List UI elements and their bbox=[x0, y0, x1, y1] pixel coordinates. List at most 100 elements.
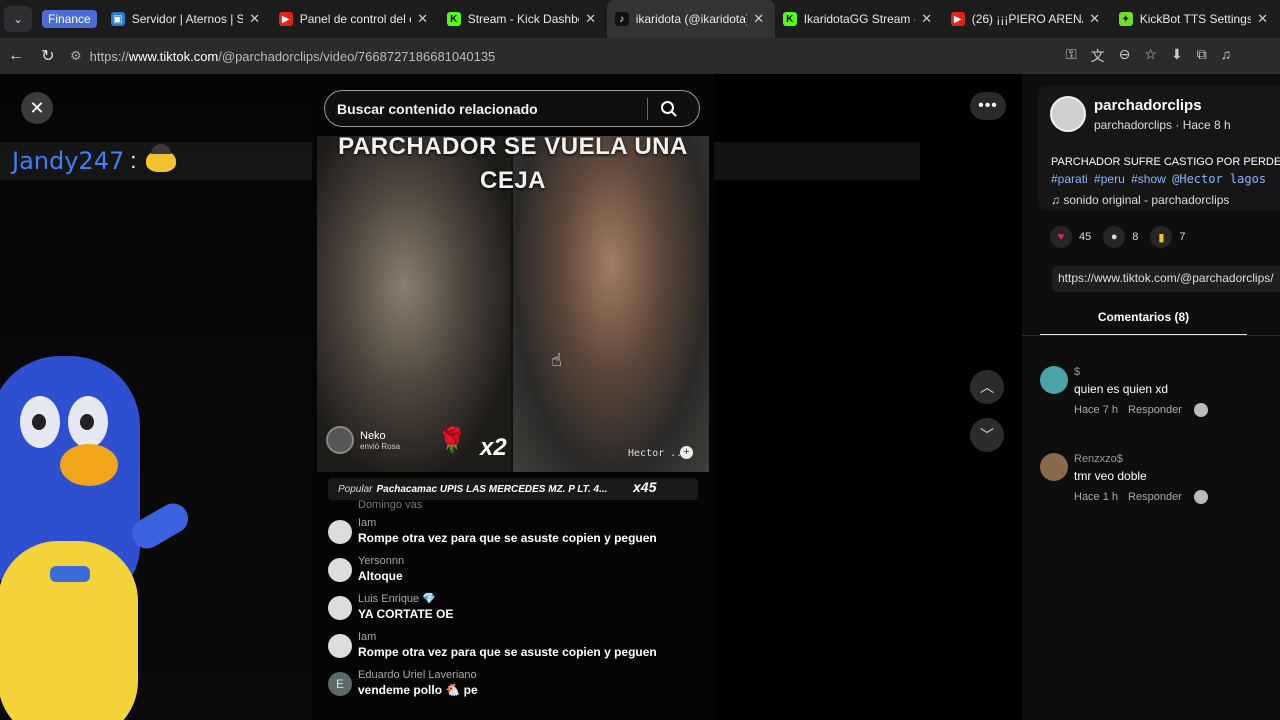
video-caption-line1: PARCHADOR SE VUELA UNA bbox=[338, 133, 688, 160]
tab-favicon-icon: K bbox=[782, 12, 797, 26]
tab-close-icon[interactable]: ✕ bbox=[751, 11, 767, 27]
hashtag-link[interactable]: #parati bbox=[1051, 172, 1088, 186]
tab-close-icon[interactable]: ✕ bbox=[919, 11, 935, 27]
comment-text: quien es quien xd bbox=[1074, 382, 1169, 396]
follow-plus-icon[interactable]: + bbox=[680, 446, 693, 459]
tab-close-icon[interactable]: ✕ bbox=[415, 11, 431, 27]
browser-tab[interactable]: ▶ Panel de control del canal ✕ bbox=[271, 0, 439, 38]
bookmark-star-icon[interactable]: ☆ bbox=[1144, 46, 1157, 66]
comment-text: Rompe otra vez para que se asuste copien… bbox=[358, 531, 657, 545]
url-prefix: https:// bbox=[89, 48, 129, 64]
comment-count: 8 bbox=[1132, 231, 1139, 243]
translate-icon[interactable]: 文 bbox=[1091, 46, 1105, 66]
hashtag-link[interactable]: #show bbox=[1131, 172, 1166, 186]
browser-tab[interactable]: ▣ Servidor | Aternos | Servidor ✕ bbox=[103, 0, 271, 38]
comment-time: Hace 7 h bbox=[1074, 404, 1119, 416]
tab-close-icon[interactable]: ✕ bbox=[583, 11, 599, 27]
chat-emote-icon bbox=[146, 144, 177, 172]
bookmark-icon: ▮ bbox=[1150, 226, 1173, 248]
chat-username: Jandy247 bbox=[12, 147, 125, 175]
related-search-bar[interactable] bbox=[324, 90, 700, 127]
author-avatar[interactable] bbox=[1050, 96, 1086, 132]
more-options-icon[interactable]: ••• bbox=[970, 92, 1006, 120]
commenter-avatar bbox=[328, 520, 352, 544]
site-info-icon[interactable]: ⚙ bbox=[70, 48, 82, 64]
comment-author[interactable]: Renzxzo$ bbox=[1074, 453, 1123, 465]
share-link[interactable]: https://www.tiktok.com/@parchadorclips/ bbox=[1052, 266, 1280, 292]
mention-link[interactable]: @Hector lagos bbox=[1172, 172, 1266, 186]
hand-cursor-icon: ☝ bbox=[551, 350, 562, 370]
tab-label: Stream - Kick Dashboard bbox=[467, 12, 579, 26]
browser-tab[interactable]: K IkaridotaGG Stream - Watch ✕ bbox=[775, 0, 943, 38]
tab-search-menu-button[interactable]: ⌄ bbox=[4, 6, 32, 32]
url-field[interactable]: ⚙ https://www.tiktok.com/@parchadorclips… bbox=[70, 42, 1060, 70]
key-icon[interactable]: ⚿ bbox=[1066, 46, 1077, 66]
tab-favicon-icon: K bbox=[446, 12, 461, 26]
gift-notification: Neko envió Rosa bbox=[326, 426, 400, 454]
tab-group-label[interactable]: Finance bbox=[42, 10, 97, 28]
extensions-icon[interactable]: ⧉ bbox=[1197, 46, 1207, 66]
tab-label: Panel de control del canal bbox=[299, 12, 411, 26]
tab-close-icon[interactable]: ✕ bbox=[1087, 11, 1103, 27]
comment-avatar[interactable] bbox=[1040, 453, 1068, 481]
tiktok-video-page: ✕ Jandy247 : PARCHADOR SE VUELA UNA CEJA bbox=[0, 74, 1280, 720]
comment-text: YA CORTATE OE bbox=[358, 607, 454, 621]
reload-icon[interactable]: ↻ bbox=[32, 46, 64, 66]
tab-label: KickBot TTS Settings bbox=[1139, 12, 1251, 26]
video-caption-line2: CEJA bbox=[479, 167, 547, 194]
sound-link[interactable]: ♫ sonido original - parchadorclips bbox=[1051, 193, 1229, 207]
browser-tab[interactable]: ♪ ikaridota (@ikaridota) ✕ bbox=[606, 0, 775, 38]
hashtag-link[interactable]: #peru bbox=[1094, 172, 1125, 186]
author-info-card: parchadorclips parchadorclips · Hace 8 h… bbox=[1038, 86, 1280, 210]
like-stat[interactable]: ♥ 45 bbox=[1050, 226, 1091, 248]
tab-label: IkaridotaGG Stream - Watch bbox=[803, 12, 915, 26]
zoom-icon[interactable]: ⊖ bbox=[1119, 46, 1131, 66]
commenter-avatar bbox=[328, 596, 352, 620]
gift-sender-name: Neko bbox=[360, 429, 386, 442]
rose-gift-icon: 🌹 bbox=[437, 427, 467, 454]
tab-divider bbox=[1022, 335, 1280, 336]
heart-icon: ♥ bbox=[1050, 226, 1072, 248]
commenter-name: Luis Enrique 💎 bbox=[358, 593, 436, 605]
tab-favicon-icon: ✦ bbox=[1118, 12, 1133, 26]
popular-label: Popular bbox=[338, 483, 373, 495]
tab-comments[interactable]: Comentarios (8) bbox=[1040, 310, 1247, 336]
close-icon[interactable]: ✕ bbox=[21, 92, 53, 124]
tab-close-icon[interactable]: ✕ bbox=[1255, 11, 1271, 27]
media-icon[interactable]: ♫ bbox=[1221, 46, 1232, 66]
browser-tab[interactable]: ▶ (26) ¡¡¡PIERO ARENAS ✕ bbox=[943, 0, 1111, 38]
author-name[interactable]: parchadorclips bbox=[1094, 97, 1202, 114]
tab-strip: ▣ Servidor | Aternos | Servidor ✕ ▶ Panel de… bbox=[103, 0, 1279, 38]
live-comment: Luis Enrique 💎 YA CORTATE OE bbox=[328, 592, 708, 625]
commenter-avatar: E bbox=[328, 672, 352, 696]
search-icon[interactable] bbox=[648, 100, 690, 118]
tab-close-icon[interactable]: ✕ bbox=[247, 11, 263, 27]
browser-tab[interactable]: K Stream - Kick Dashboard ✕ bbox=[439, 0, 607, 38]
hashtag-row: #parati #peru #show @Hector lagos bbox=[1051, 172, 1269, 186]
reply-button[interactable]: Responder bbox=[1128, 491, 1182, 503]
comment-stat[interactable]: ● 8 bbox=[1103, 226, 1138, 248]
browser-toolbar: ⚿ 文 ⊖ ☆ ⬇ ⧉ ♫ bbox=[1066, 46, 1231, 66]
save-stat[interactable]: ▮ 7 bbox=[1150, 226, 1186, 248]
comment-avatar[interactable] bbox=[1040, 366, 1068, 394]
tab-label: (26) ¡¡¡PIERO ARENAS bbox=[971, 12, 1083, 26]
back-icon[interactable]: ← bbox=[0, 47, 32, 65]
browser-tab-bar: ⌄ Finance ▣ Servidor | Aternos | Servidor… bbox=[0, 0, 1280, 38]
commenter-avatar bbox=[328, 558, 352, 582]
commenter-name: Eduardo Uriel Laveriano bbox=[358, 669, 477, 681]
comment-text: tmr veo doble bbox=[1074, 469, 1147, 483]
download-icon[interactable]: ⬇ bbox=[1171, 46, 1183, 66]
live-comment: Iam Rompe otra vez para que se asuste cop… bbox=[328, 630, 708, 663]
comment-author[interactable]: $ bbox=[1074, 366, 1080, 378]
chat-separator: : bbox=[130, 148, 137, 173]
comment-time: Hace 1 h bbox=[1074, 491, 1119, 503]
save-count: 7 bbox=[1179, 231, 1186, 243]
chevron-up-icon[interactable]: ︿ bbox=[970, 370, 1004, 404]
browser-tab[interactable]: ✦ KickBot TTS Settings ✕ bbox=[1111, 0, 1279, 38]
comment-text: Altoque bbox=[358, 569, 403, 583]
url-path: /@parchadorclips/video/76687271866810401… bbox=[218, 48, 496, 64]
chevron-down-icon[interactable]: ﹀ bbox=[970, 418, 1004, 452]
reply-button[interactable]: Responder bbox=[1128, 404, 1182, 416]
tab-label: ikaridota (@ikaridota) bbox=[635, 12, 747, 26]
related-search-input[interactable] bbox=[337, 100, 647, 117]
